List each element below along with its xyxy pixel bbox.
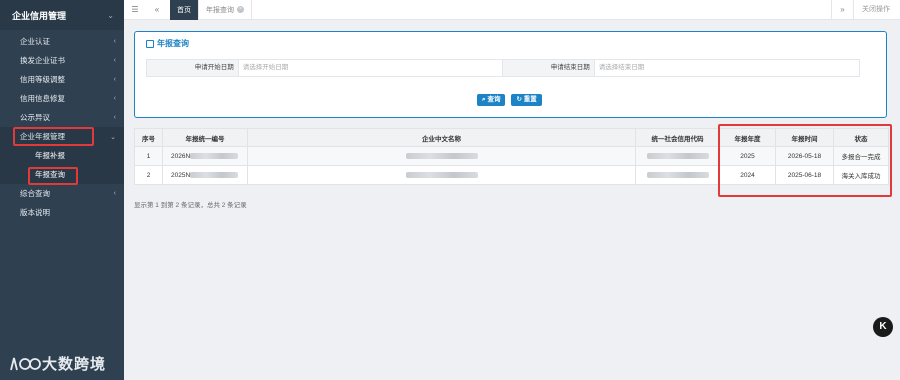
tab-report-query[interactable]: 年报查询 × (199, 0, 252, 20)
sidebar-item-label: 信用信息修复 (20, 94, 65, 103)
query-button[interactable]: ⌕ 查询 (477, 94, 506, 106)
redacted-text (405, 171, 478, 178)
sidebar-item-credit-repair[interactable]: 信用信息修复 ‹ (0, 89, 124, 108)
chevron-down-icon: ⌄ (107, 10, 114, 20)
tab-label: 首页 (177, 6, 191, 14)
close-icon[interactable]: × (237, 6, 244, 13)
search-panel-title: 年报查询 (146, 38, 189, 49)
brand-logo-text: 大数跨境 (42, 356, 107, 373)
query-button-label: 查询 (487, 96, 501, 103)
chevron-left-icon: ‹ (113, 76, 116, 83)
brand-logo-icon (10, 357, 41, 370)
redacted-text (646, 152, 709, 159)
sidebar: 企业信用管理 ⌄ 企业认证 ‹ 换发企业证书 ‹ 信用等级调整 ‹ 信用信息修复… (0, 0, 124, 380)
cell-company-name (247, 165, 636, 185)
close-ops-button[interactable]: 关闭操作 (853, 0, 900, 20)
brand-logo: 大数跨境 (8, 353, 106, 374)
report-code-prefix: 2025N (171, 171, 191, 179)
end-date-label: 申请结束日期 (503, 60, 595, 76)
search-panel-title-text: 年报查询 (157, 39, 189, 48)
sidebar-item-version[interactable]: 版本说明 (0, 203, 124, 222)
sidebar-item-label: 版本说明 (20, 208, 50, 217)
column-header[interactable]: 企业中文名称 (247, 128, 636, 147)
redacted-text (405, 152, 478, 159)
tabs-scroll-right-icon[interactable]: » (831, 0, 853, 20)
cell-credit-code (635, 146, 720, 166)
sidebar-item-general-query[interactable]: 综合查询 ‹ (0, 184, 124, 203)
menu-toggle-icon[interactable]: ☰ (124, 5, 146, 14)
main-content: 年报查询 申请开始日期 请选择开始日期 申请结束日期 请选择结束日期 ⌕ 查询 … (124, 20, 900, 380)
redacted-text (646, 171, 709, 178)
sidebar-item-label: 信用等级调整 (20, 75, 65, 84)
cell-index: 1 (134, 146, 163, 166)
sidebar-item-label: 换发企业证书 (20, 56, 65, 65)
cell-credit-code (635, 165, 720, 185)
start-date-input[interactable]: 请选择开始日期 (239, 60, 503, 76)
highlight-report-query-menu (28, 167, 78, 185)
tab-bar: ☰ « 首页 年报查询 × » 关闭操作 (124, 0, 900, 20)
reset-button[interactable]: ↻ 重置 (511, 94, 542, 106)
redacted-text (190, 152, 239, 159)
report-code-prefix: 2026N (171, 152, 191, 160)
reset-button-label: 重置 (523, 96, 537, 103)
start-date-label: 申请开始日期 (147, 60, 239, 76)
search-panel: 年报查询 申请开始日期 请选择开始日期 申请结束日期 请选择结束日期 ⌕ 查询 … (134, 31, 887, 118)
table-pagination-info: 显示第 1 到第 2 条记录，总共 2 条记录 (134, 202, 247, 209)
chevron-left-icon: ‹ (113, 95, 116, 102)
sidebar-subitem-report-supplement[interactable]: 年报补报 (0, 146, 124, 165)
highlight-report-columns (718, 124, 892, 197)
column-header[interactable]: 序号 (134, 128, 163, 147)
column-header[interactable]: 年报统一编号 (162, 128, 248, 147)
column-header[interactable]: 统一社会信用代码 (635, 128, 720, 147)
cell-index: 2 (134, 165, 163, 185)
cell-report-code: 2026N (162, 146, 248, 166)
sidebar-item-enterprise-auth[interactable]: 企业认证 ‹ (0, 32, 124, 51)
cell-report-code: 2025N (162, 165, 248, 185)
end-date-input[interactable]: 请选择结束日期 (595, 60, 859, 76)
chevron-down-icon: ⌄ (110, 133, 116, 141)
tab-label: 年报查询 (206, 6, 234, 14)
sidebar-item-label: 年报补报 (35, 151, 65, 160)
sidebar-title: 企业信用管理 (12, 10, 67, 21)
chevron-left-icon: ‹ (113, 57, 116, 64)
tabs-scroll-left-icon[interactable]: « (146, 5, 168, 14)
sidebar-item-label: 企业认证 (20, 37, 50, 46)
sidebar-item-objection[interactable]: 公示异议 ‹ (0, 108, 124, 127)
edit-icon (146, 39, 154, 48)
highlight-annual-report-menu (13, 127, 94, 146)
date-filter-row: 申请开始日期 请选择开始日期 申请结束日期 请选择结束日期 (146, 59, 860, 77)
cell-company-name (247, 146, 636, 166)
tab-home[interactable]: 首页 (170, 0, 199, 20)
sidebar-item-renew-cert[interactable]: 换发企业证书 ‹ (0, 51, 124, 70)
refresh-icon: ↻ (516, 96, 524, 103)
chevron-left-icon: ‹ (113, 190, 116, 197)
sidebar-item-label: 公示异议 (20, 113, 50, 122)
sidebar-item-credit-level[interactable]: 信用等级调整 ‹ (0, 70, 124, 89)
sidebar-item-label: 综合查询 (20, 189, 50, 198)
chevron-left-icon: ‹ (113, 114, 116, 121)
redacted-text (190, 171, 239, 178)
sidebar-header[interactable]: 企业信用管理 ⌄ (0, 0, 124, 30)
floating-action-button[interactable]: K (873, 317, 893, 337)
chevron-left-icon: ‹ (113, 38, 116, 45)
